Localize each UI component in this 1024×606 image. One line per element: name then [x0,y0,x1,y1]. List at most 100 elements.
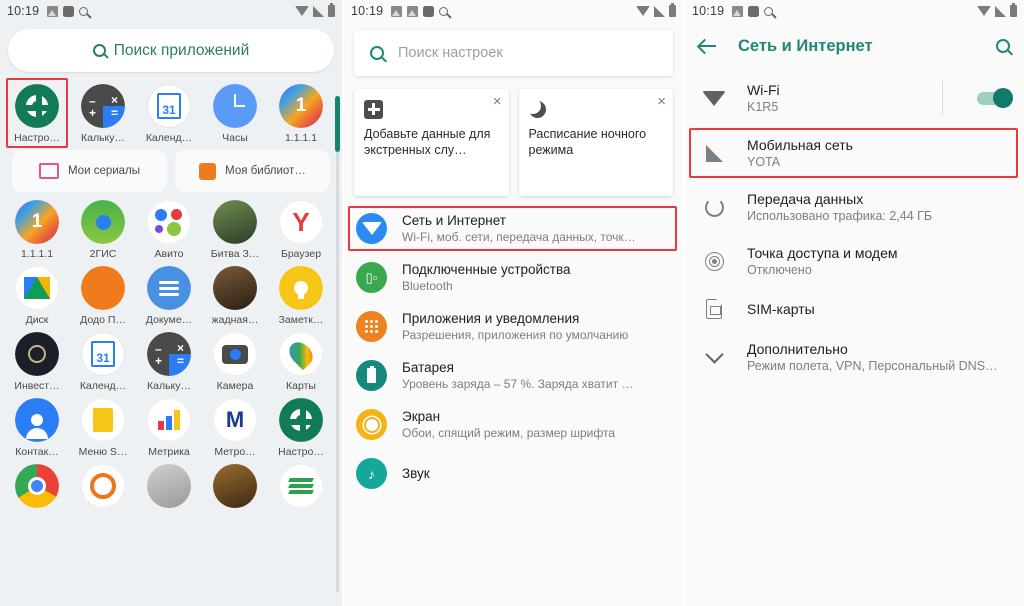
widget-my-series[interactable]: Мои сериалы [12,150,167,192]
settings-item-apps[interactable]: Приложения и уведомления Разрешения, при… [344,302,683,351]
network-item-data-usage[interactable]: Передача данных Использовано трафика: 2,… [685,180,1024,234]
settings-item-connected-devices[interactable]: ▯▫ Подключенные устройства Bluetooth [344,253,683,302]
network-item-subtitle: YOTA [747,155,781,169]
search-icon [92,44,106,57]
app-icon-game2[interactable]: жадная… [202,260,268,326]
app-icon-chrome[interactable] [4,458,70,508]
app-icon-clock[interactable]: Часы [202,78,268,144]
settings-item-sound[interactable]: ♪ Звук [344,449,683,498]
app-label: Меню S… [78,446,128,458]
app-icon-dodo[interactable]: Додо П… [70,260,136,326]
app-icon-sberbank[interactable] [268,458,334,508]
odnoklassniki-icon [81,464,125,508]
app-label: жадная… [211,314,259,326]
calculator-icon: – × + = [81,84,125,128]
app-icon-browser[interactable]: Y Браузер [268,194,334,260]
app-icon-1111-b[interactable]: 1 1.1.1.1 [4,194,70,260]
app-label: Кальку… [80,132,125,144]
settings-item-battery[interactable]: Батарея Уровень заряда – 57 %. Заряда хв… [344,351,683,400]
app-icon-generic-2[interactable] [202,458,268,508]
metro-icon: M [213,398,257,442]
google-docs-icon [147,266,191,310]
one-one-icon: 1 [279,84,323,128]
scrollbar-thumb[interactable] [335,96,340,152]
app-label: 1.1.1.1 [20,248,54,260]
suggestion-card-title: Добавьте данные для экстренных слу… [364,127,491,157]
settings-item-network[interactable]: Сеть и Интернет Wi-Fi, моб. сети, переда… [344,204,683,253]
app-icon-1111[interactable]: 1 1.1.1.1 [268,78,334,144]
app-label: 1.1.1.1 [284,132,318,144]
square-icon [748,5,760,17]
network-item-sim-cards[interactable]: SIM-карты [685,288,1024,330]
app-icon-2gis[interactable]: 2ГИС [70,194,136,260]
app-row: Настро… – × + = Кальку… 31 Календ… Часы 1 [4,78,338,148]
calculator-icon: – × + = [147,332,191,376]
app-icon-calendar[interactable]: 31 Календ… [136,78,202,144]
sberbank-icon [279,464,323,508]
network-item-wifi[interactable]: Wi-Fi K1R5 [685,70,1024,126]
network-item-title: SIM-карты [747,301,815,317]
status-bar-system-icons [977,3,1017,17]
widget-my-library[interactable]: Моя библиот… [175,150,330,192]
app-icon-generic-1[interactable] [136,458,202,508]
suggestion-card-night-mode[interactable]: × Расписание ночного режима [518,89,673,196]
icon-glyph: 1 [31,211,43,232]
settings-item-display[interactable]: Экран Обои, спящий режим, размер шрифта [344,400,683,449]
camera-icon [213,332,257,376]
network-app-bar: Сеть и Интернет [685,22,1024,70]
app-icon-settings-b[interactable]: Настро… [268,392,334,458]
settings-item-subtitle: Обои, спящий режим, размер шрифта [402,426,616,440]
sim-menu-icon [81,398,125,442]
app-icon-game[interactable]: Битва З… [202,194,268,260]
search-icon[interactable] [996,39,1010,53]
status-bar-notification-icons [391,5,449,17]
app-icon-avito[interactable]: Авито [136,194,202,260]
app-icon-investments[interactable]: Инвест… [4,326,70,392]
page-title: Сеть и Интернет [738,36,873,55]
app-row: 1 1.1.1.1 2ГИС Авито Битва З… Y Браузер [4,194,338,260]
app-icon-calendar-b[interactable]: 31 Календ… [70,326,136,392]
app-icon-settings[interactable]: Настро… [4,78,70,148]
settings-item-title: Батарея [402,360,454,375]
app-generic2-icon [213,464,257,508]
app-icon-maps[interactable]: Карты [268,326,334,392]
app-icon-camera[interactable]: Камера [202,326,268,392]
app-icon-contacts[interactable]: Контак… [4,392,70,458]
wifi-icon [701,90,727,106]
calendar-day: 31 [157,93,181,119]
close-icon[interactable]: × [493,94,502,109]
game2-icon [213,266,257,310]
wifi-icon [977,6,991,16]
status-bar-right: 10:19 [685,0,1024,22]
app-icon-metrika[interactable]: Метрика [136,392,202,458]
settings-search-bar[interactable]: Поиск настроек [354,30,673,76]
app-icon-notes[interactable]: Заметк… [268,260,334,326]
app-icon-metro[interactable]: M Метро… [202,392,268,458]
app-generic-icon [147,464,191,508]
app-search-bar[interactable]: Поиск приложений [8,29,334,72]
app-icon-calculator-b[interactable]: – × + = Кальку… [136,326,202,392]
clock-icon [213,84,257,128]
close-icon[interactable]: × [657,94,666,109]
app-icon-calculator[interactable]: – × + = Кальку… [70,78,136,144]
widget-label: Мои сериалы [67,165,141,177]
app-icon-odnoklassniki[interactable] [70,458,136,508]
sound-icon: ♪ [356,458,387,489]
icon-glyph: M [225,407,245,432]
status-bar-system-icons [636,3,676,17]
status-bar-system-icons [295,3,335,17]
network-item-mobile[interactable]: Мобильная сеть YOTA [685,126,1024,180]
battery-icon [1010,3,1017,17]
hotspot-icon [701,251,727,272]
wifi-toggle-switch[interactable] [977,87,1013,108]
metrika-chart-icon [147,398,191,442]
app-icon-sim-menu[interactable]: Меню S… [70,392,136,458]
arrow-back-icon[interactable] [699,38,716,55]
network-item-hotspot[interactable]: Точка доступа и модем Отключено [685,234,1024,288]
suggestion-card-emergency[interactable]: × Добавьте данные для экстренных слу… [354,89,509,196]
network-item-advanced[interactable]: Дополнительно Режим полета, VPN, Персона… [685,330,1024,384]
battery-icon [328,3,335,17]
three-phone-screenshots: 10:19 Поиск приложений Настро… – × + = К… [0,0,1024,606]
app-icon-drive[interactable]: Диск [4,260,70,326]
app-icon-docs[interactable]: Докуме… [136,260,202,326]
